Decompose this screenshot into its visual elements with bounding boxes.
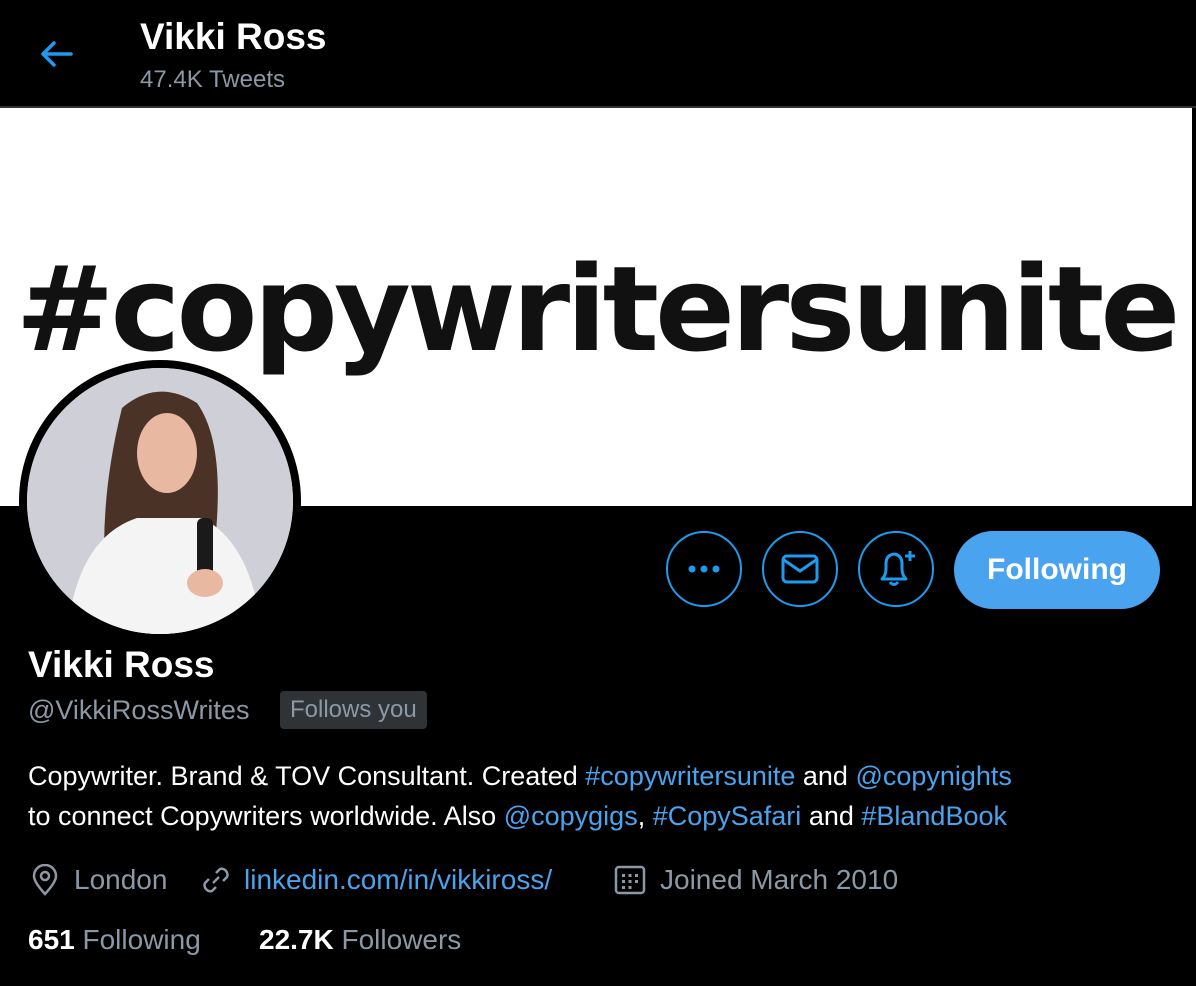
notify-button[interactable] [858, 531, 934, 607]
calendar-icon [614, 865, 646, 895]
location: London [30, 860, 167, 900]
avatar[interactable] [19, 360, 301, 642]
avatar-photo-icon [27, 368, 293, 634]
bio-mention-link[interactable]: @copynights [855, 761, 1012, 791]
profile-handle: @VikkiRossWrites [28, 695, 250, 725]
back-button[interactable] [30, 30, 82, 78]
bio-hashtag-link[interactable]: #CopySafari [653, 801, 802, 831]
banner-text: #copywritersunite [15, 240, 1181, 378]
following-stat[interactable]: 651 Following [28, 924, 201, 956]
location-pin-icon [32, 864, 58, 896]
message-button[interactable] [762, 531, 838, 607]
more-button[interactable] [666, 531, 742, 607]
followers-stat-label: Followers [341, 924, 462, 955]
follows-you-badge: Follows you [280, 691, 427, 729]
bio-hashtag-link[interactable]: #copywritersunite [585, 761, 795, 791]
arrow-left-icon [41, 41, 73, 67]
bell-plus-icon [880, 551, 915, 586]
followers-count: 22.7K [259, 924, 334, 955]
avatar-photo [27, 368, 293, 634]
bio-text: Copywriter. Brand & TOV Consultant. Crea… [28, 761, 586, 791]
bio-text: to connect Copywriters worldwide. Also [28, 801, 504, 831]
website-link[interactable]: linkedin.com/in/vikkiross/ [244, 864, 552, 896]
bio-mention-link[interactable]: @copygigs [504, 801, 638, 831]
profile-bio: Copywriter. Brand & TOV Consultant. Crea… [28, 756, 1178, 836]
bio-text: and [801, 801, 862, 831]
link-icon [203, 867, 229, 893]
bio-text: and [795, 761, 856, 791]
more-dots-icon [688, 565, 720, 573]
following-count: 651 [28, 924, 75, 955]
tweets-count: 47.4K Tweets [140, 66, 285, 93]
following-stat-label: Following [82, 924, 201, 955]
bio-hashtag-link[interactable]: #BlandBook [861, 801, 1007, 831]
followers-stat[interactable]: 22.7K Followers [259, 924, 461, 956]
following-button[interactable]: Following [954, 531, 1160, 609]
website[interactable]: linkedin.com/in/vikkiross/ [200, 860, 552, 900]
bio-text: , [637, 801, 653, 831]
profile-header: Vikki Ross 47.4K Tweets [0, 0, 1196, 108]
joined-text: Joined March 2010 [660, 864, 899, 895]
envelope-icon [781, 554, 819, 584]
header-title: Vikki Ross [140, 16, 327, 57]
location-text: London [74, 864, 168, 895]
profile-name: Vikki Ross [28, 644, 215, 685]
joined-date: Joined March 2010 [614, 860, 898, 900]
